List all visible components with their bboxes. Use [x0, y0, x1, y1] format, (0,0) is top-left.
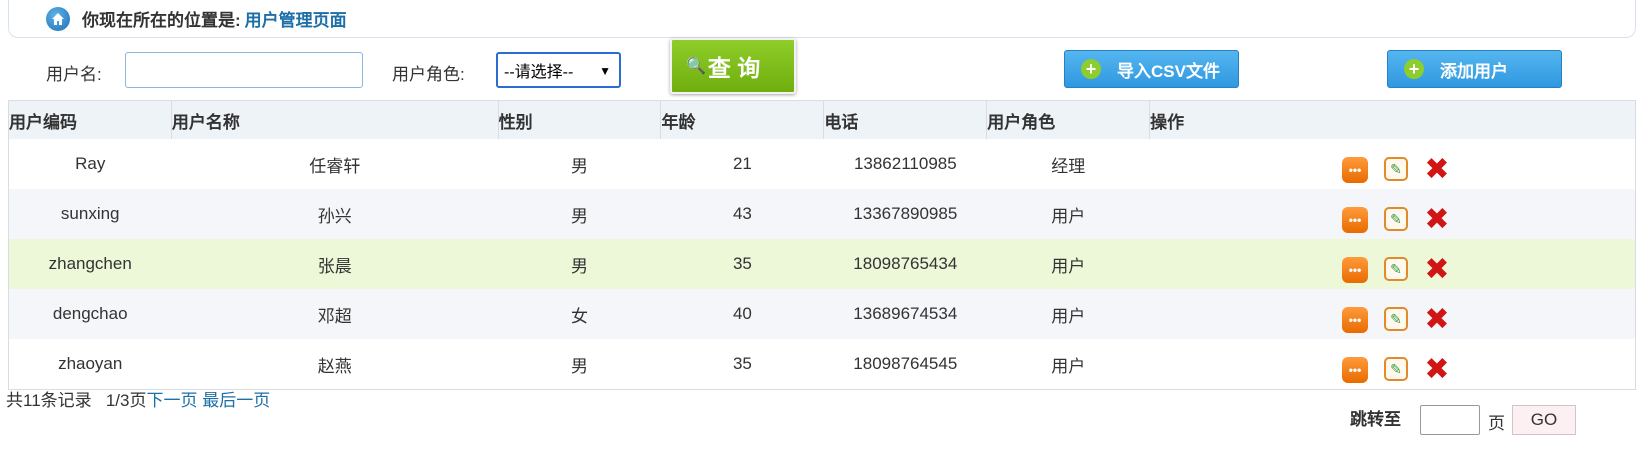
table-row: zhangchen 张晨 男 35 18098765434 用户 ••• ✎ ✖ — [8, 239, 1636, 289]
plus-icon: + — [1081, 59, 1101, 79]
role-label: 用户角色: — [392, 65, 465, 84]
delete-icon[interactable]: ✖ — [1424, 155, 1450, 185]
total-records: 共11条记录 — [6, 391, 92, 410]
role-select[interactable]: --请选择-- ▼ — [496, 52, 621, 88]
table-row: Ray 任睿轩 男 21 13862110985 经理 ••• ✎ ✖ — [8, 139, 1636, 189]
edit-icon[interactable]: ✎ — [1384, 207, 1408, 231]
page-info: 1/3页 — [105, 391, 147, 410]
cell-user-code: zhangchen — [8, 239, 172, 289]
username-label: 用户名: — [46, 65, 102, 84]
cell-gender: 男 — [498, 339, 661, 390]
cell-user-name: 任睿轩 — [171, 139, 499, 189]
cell-role: 用户 — [986, 189, 1150, 239]
view-icon[interactable]: ••• — [1342, 307, 1368, 333]
cell-user-code: zhaoyan — [8, 339, 172, 390]
next-page-link[interactable]: 下一页 — [146, 391, 197, 410]
view-icon[interactable]: ••• — [1342, 207, 1368, 233]
page-unit-label: 页 — [1488, 414, 1505, 433]
delete-icon[interactable]: ✖ — [1424, 355, 1450, 385]
view-icon[interactable]: ••• — [1342, 357, 1368, 383]
header-age: 年龄 — [660, 100, 825, 139]
breadcrumb-label: 你现在所在的位置是: — [82, 11, 241, 30]
table-row: sunxing 孙兴 男 43 13367890985 用户 ••• ✎ ✖ — [8, 189, 1636, 239]
cell-actions: ••• ✎ ✖ — [1149, 289, 1636, 339]
breadcrumb: 你现在所在的位置是: 用户管理页面 — [8, 0, 1636, 38]
delete-icon[interactable]: ✖ — [1424, 305, 1450, 335]
pagination: 共11条记录 1/3页下一页 最后一页 — [6, 386, 270, 411]
role-select-value: --请选择-- — [504, 64, 574, 81]
table-row: dengchao 邓超 女 40 13689674534 用户 ••• ✎ ✖ — [8, 289, 1636, 339]
home-icon[interactable] — [46, 6, 70, 31]
cell-user-name: 孙兴 — [171, 189, 499, 239]
cell-role: 经理 — [986, 139, 1150, 189]
cell-gender: 男 — [498, 139, 661, 189]
search-bar: 用户名: 用户角色: --请选择-- ▼ 🔍 查 询 + 导入CSV文件 + 添… — [8, 38, 1636, 100]
jump-page-input[interactable] — [1420, 405, 1480, 435]
cell-actions: ••• ✎ ✖ — [1149, 239, 1636, 289]
edit-icon[interactable]: ✎ — [1384, 157, 1408, 181]
delete-icon[interactable]: ✖ — [1424, 205, 1450, 235]
cell-age: 40 — [660, 289, 824, 339]
import-csv-label: 导入CSV文件 — [1117, 61, 1220, 81]
chevron-down-icon: ▼ — [599, 64, 611, 78]
view-icon[interactable]: ••• — [1342, 257, 1368, 283]
breadcrumb-current-page: 用户管理页面 — [244, 11, 347, 30]
header-role: 用户角色 — [986, 100, 1151, 139]
cell-gender: 女 — [498, 289, 661, 339]
edit-icon[interactable]: ✎ — [1384, 357, 1408, 381]
last-page-link[interactable]: 最后一页 — [202, 391, 270, 410]
cell-phone: 13689674534 — [823, 289, 987, 339]
cell-actions: ••• ✎ ✖ — [1149, 189, 1636, 239]
cell-phone: 18098765434 — [823, 239, 987, 289]
cell-phone: 13862110985 — [823, 139, 987, 189]
cell-gender: 男 — [498, 189, 661, 239]
cell-age: 35 — [660, 239, 824, 289]
edit-icon[interactable]: ✎ — [1384, 307, 1408, 331]
cell-age: 35 — [660, 339, 824, 390]
cell-phone: 18098764545 — [823, 339, 987, 390]
cell-role: 用户 — [986, 339, 1150, 390]
cell-actions: ••• ✎ ✖ — [1149, 339, 1636, 390]
cell-user-name: 赵燕 — [171, 339, 499, 390]
cell-user-code: sunxing — [8, 189, 172, 239]
jump-to-label: 跳转至 — [1350, 410, 1401, 429]
add-user-button[interactable]: + 添加用户 — [1387, 50, 1562, 88]
delete-icon[interactable]: ✖ — [1424, 255, 1450, 285]
cell-user-name: 张晨 — [171, 239, 499, 289]
header-user-code: 用户编码 — [8, 100, 172, 139]
cell-user-code: Ray — [8, 139, 172, 189]
cell-role: 用户 — [986, 289, 1150, 339]
cell-user-code: dengchao — [8, 289, 172, 339]
magnifier-icon: 🔍 — [686, 58, 706, 75]
add-user-label: 添加用户 — [1440, 61, 1508, 81]
cell-gender: 男 — [498, 239, 661, 289]
header-phone: 电话 — [823, 100, 988, 139]
import-csv-button[interactable]: + 导入CSV文件 — [1064, 50, 1239, 88]
cell-age: 43 — [660, 189, 824, 239]
query-button[interactable]: 🔍 查 询 — [670, 38, 796, 94]
cell-phone: 13367890985 — [823, 189, 987, 239]
header-gender: 性别 — [498, 100, 662, 139]
edit-icon[interactable]: ✎ — [1384, 257, 1408, 281]
plus-icon: + — [1404, 59, 1424, 79]
query-button-label: 查 询 — [707, 55, 761, 81]
username-input[interactable] — [125, 52, 363, 88]
user-table: 用户编码 用户名称 性别 年龄 电话 用户角色 操作 Ray 任睿轩 男 21 … — [8, 100, 1636, 390]
cell-actions: ••• ✎ ✖ — [1149, 139, 1636, 189]
go-button[interactable]: GO — [1512, 405, 1576, 435]
header-user-name: 用户名称 — [171, 100, 499, 139]
table-header-row: 用户编码 用户名称 性别 年龄 电话 用户角色 操作 — [8, 100, 1636, 139]
header-actions: 操作 — [1149, 100, 1636, 139]
view-icon[interactable]: ••• — [1342, 157, 1368, 183]
cell-user-name: 邓超 — [171, 289, 499, 339]
cell-age: 21 — [660, 139, 824, 189]
table-row: zhaoyan 赵燕 男 35 18098764545 用户 ••• ✎ ✖ — [8, 339, 1636, 390]
cell-role: 用户 — [986, 239, 1150, 289]
